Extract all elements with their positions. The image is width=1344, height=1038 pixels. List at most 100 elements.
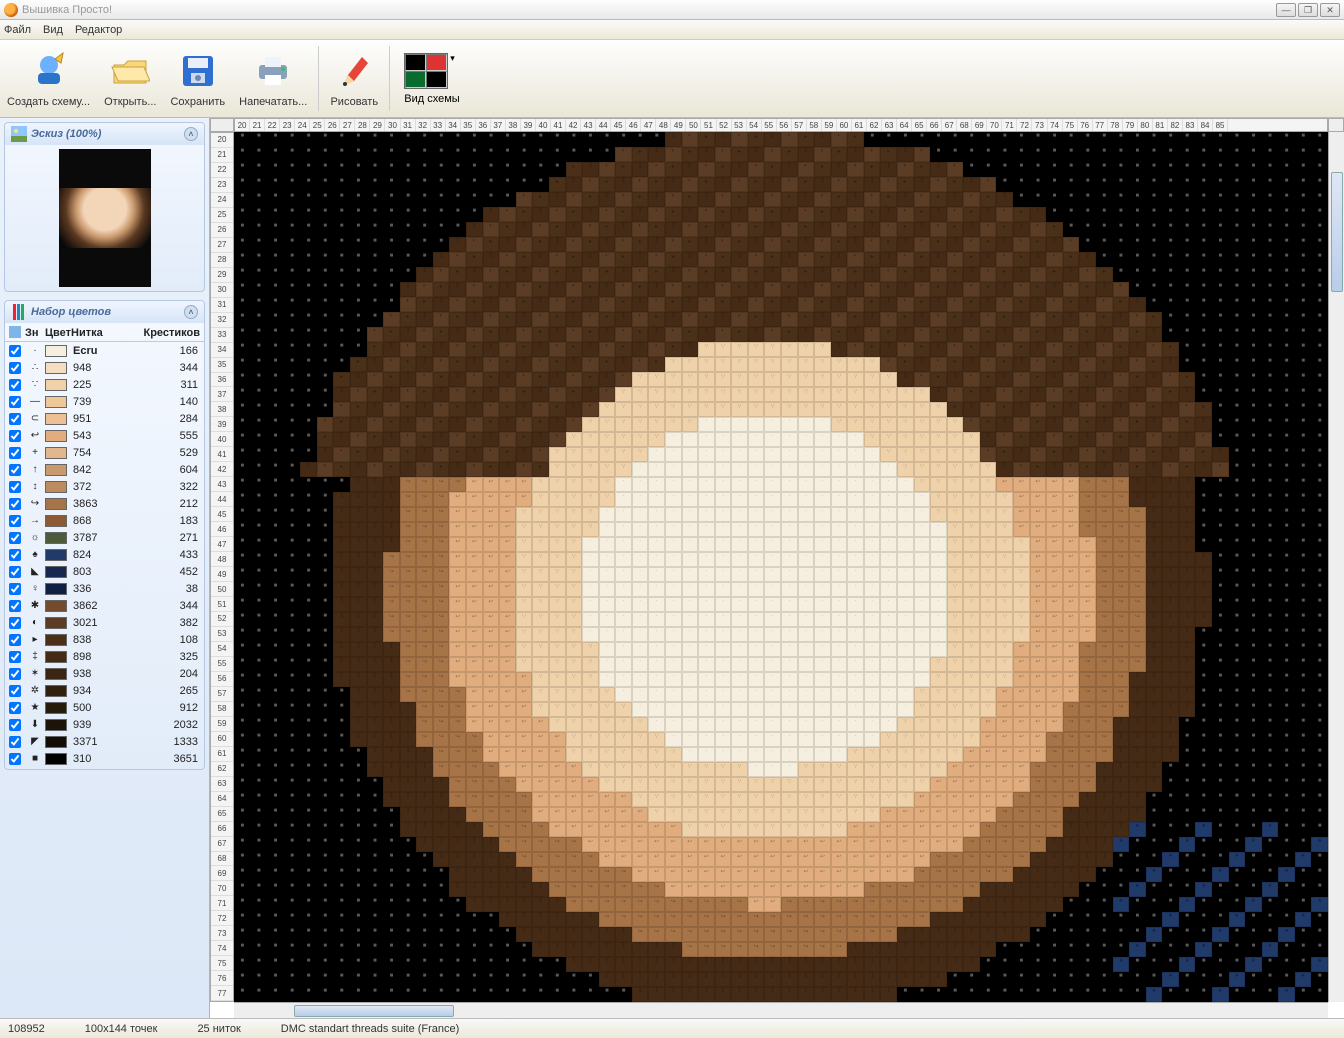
stitch-cell[interactable]: ↩: [914, 792, 931, 807]
stitch-cell[interactable]: ·: [764, 492, 781, 507]
stitch-cell[interactable]: ∵: [682, 417, 699, 432]
stitch-cell[interactable]: ■: [400, 972, 417, 987]
stitch-cell[interactable]: ▸: [1146, 357, 1163, 372]
stitch-cell[interactable]: ∵: [980, 627, 997, 642]
stitch-cell[interactable]: ■: [284, 807, 301, 822]
stitch-cell[interactable]: ▸: [831, 327, 848, 342]
stitch-cell[interactable]: ∵: [781, 822, 798, 837]
stitch-cell[interactable]: ■: [1295, 387, 1312, 402]
stitch-cell[interactable]: ■: [350, 282, 367, 297]
stitch-cell[interactable]: ↩: [466, 537, 483, 552]
stitch-cell[interactable]: ‡: [665, 942, 682, 957]
stitch-cell[interactable]: ◐: [483, 447, 500, 462]
stitch-cell[interactable]: ◐: [682, 267, 699, 282]
stitch-cell[interactable]: ·: [615, 687, 632, 702]
stitch-cell[interactable]: ■: [1245, 762, 1262, 777]
stitch-cell[interactable]: ↩: [996, 687, 1013, 702]
stitch-cell[interactable]: ↩: [1046, 492, 1063, 507]
stitch-cell[interactable]: ■: [1195, 732, 1212, 747]
stitch-cell[interactable]: ♠: [1179, 957, 1196, 972]
stitch-cell[interactable]: ‡: [1046, 897, 1063, 912]
stitch-cell[interactable]: ■: [1030, 987, 1047, 1002]
stitch-cell[interactable]: ·: [914, 492, 931, 507]
stitch-cell[interactable]: ■: [483, 132, 500, 147]
stitch-cell[interactable]: ↩: [798, 882, 815, 897]
stitch-cell[interactable]: ■: [1113, 867, 1130, 882]
stitch-cell[interactable]: ▸: [864, 342, 881, 357]
stitch-cell[interactable]: ■: [300, 927, 317, 942]
stitch-cell[interactable]: ■: [267, 867, 284, 882]
stitch-cell[interactable]: ■: [317, 732, 334, 747]
stitch-cell[interactable]: ♠: [1129, 822, 1146, 837]
stitch-cell[interactable]: ·: [632, 642, 649, 657]
stitch-cell[interactable]: ∵: [582, 447, 599, 462]
stitch-cell[interactable]: ■: [367, 852, 384, 867]
stitch-cell[interactable]: ↪: [416, 687, 433, 702]
stitch-cell[interactable]: ■: [1162, 792, 1179, 807]
stitch-cell[interactable]: ·: [615, 657, 632, 672]
stitch-cell[interactable]: ■: [317, 762, 334, 777]
stitch-cell[interactable]: ‡: [1046, 867, 1063, 882]
stitch-cell[interactable]: ■: [284, 777, 301, 792]
stitch-cell[interactable]: ■: [300, 297, 317, 312]
stitch-cell[interactable]: ◐: [483, 402, 500, 417]
stitch-cell[interactable]: ■: [267, 597, 284, 612]
stitch-cell[interactable]: ‡: [466, 222, 483, 237]
stitch-cell[interactable]: ■: [300, 882, 317, 897]
stitch-cell[interactable]: ■: [1262, 252, 1279, 267]
stitch-cell[interactable]: ■: [1262, 147, 1279, 162]
stitch-cell[interactable]: ■: [317, 327, 334, 342]
stitch-cell[interactable]: ■: [367, 987, 384, 1002]
stitch-cell[interactable]: ■: [251, 957, 268, 972]
stitch-cell[interactable]: ·: [798, 672, 815, 687]
stitch-cell[interactable]: ■: [1295, 882, 1312, 897]
stitch-cell[interactable]: ■: [367, 882, 384, 897]
stitch-cell[interactable]: ‡: [1096, 822, 1113, 837]
stitch-cell[interactable]: ↪: [400, 522, 417, 537]
stitch-cell[interactable]: ·: [930, 552, 947, 567]
stitch-cell[interactable]: ◐: [449, 432, 466, 447]
stitch-cell[interactable]: ∵: [648, 732, 665, 747]
stitch-cell[interactable]: ‡: [864, 267, 881, 282]
stitch-cell[interactable]: ■: [300, 237, 317, 252]
stitch-cell[interactable]: ▸: [831, 192, 848, 207]
stitch-cell[interactable]: ·: [847, 492, 864, 507]
stitch-cell[interactable]: ‡: [1079, 252, 1096, 267]
stitch-cell[interactable]: ·: [847, 687, 864, 702]
stitch-cell[interactable]: ·: [748, 687, 765, 702]
stitch-cell[interactable]: ‡: [483, 207, 500, 222]
stitch-cell[interactable]: ▸: [566, 342, 583, 357]
stitch-cell[interactable]: ‡: [1063, 447, 1080, 462]
stitch-cell[interactable]: ■: [1295, 147, 1312, 162]
stitch-cell[interactable]: ↩: [483, 597, 500, 612]
stitch-cell[interactable]: ‡: [566, 177, 583, 192]
stitch-cell[interactable]: ·: [632, 477, 649, 492]
stitch-cell[interactable]: ■: [1195, 957, 1212, 972]
stitch-cell[interactable]: ·: [698, 732, 715, 747]
stitch-cell[interactable]: ■: [300, 792, 317, 807]
stitch-cell[interactable]: ·: [864, 657, 881, 672]
stitch-cell[interactable]: ↩: [499, 492, 516, 507]
stitch-cell[interactable]: ·: [831, 492, 848, 507]
stitch-cell[interactable]: ▸: [897, 177, 914, 192]
stitch-cell[interactable]: ↪: [599, 912, 616, 927]
stitch-cell[interactable]: ■: [300, 612, 317, 627]
stitch-cell[interactable]: ↩: [914, 822, 931, 837]
stitch-cell[interactable]: ■: [1129, 192, 1146, 207]
stitch-cell[interactable]: ■: [267, 807, 284, 822]
stitch-cell[interactable]: ■: [1245, 867, 1262, 882]
stitch-cell[interactable]: ‡: [715, 987, 732, 1002]
stitch-cell[interactable]: ■: [1212, 492, 1229, 507]
stitch-cell[interactable]: ↪: [416, 522, 433, 537]
stitch-cell[interactable]: ∵: [847, 387, 864, 402]
stitch-cell[interactable]: ◐: [682, 312, 699, 327]
stitch-cell[interactable]: ■: [1146, 297, 1163, 312]
stitch-cell[interactable]: ▸: [1179, 462, 1196, 477]
stitch-cell[interactable]: ·: [615, 507, 632, 522]
stitch-cell[interactable]: ■: [1195, 327, 1212, 342]
stitch-cell[interactable]: ■: [251, 867, 268, 882]
stitch-cell[interactable]: ·: [781, 717, 798, 732]
stitch-cell[interactable]: ■: [416, 852, 433, 867]
stitch-cell[interactable]: ↩: [1030, 582, 1047, 597]
stitch-cell[interactable]: ↪: [449, 777, 466, 792]
